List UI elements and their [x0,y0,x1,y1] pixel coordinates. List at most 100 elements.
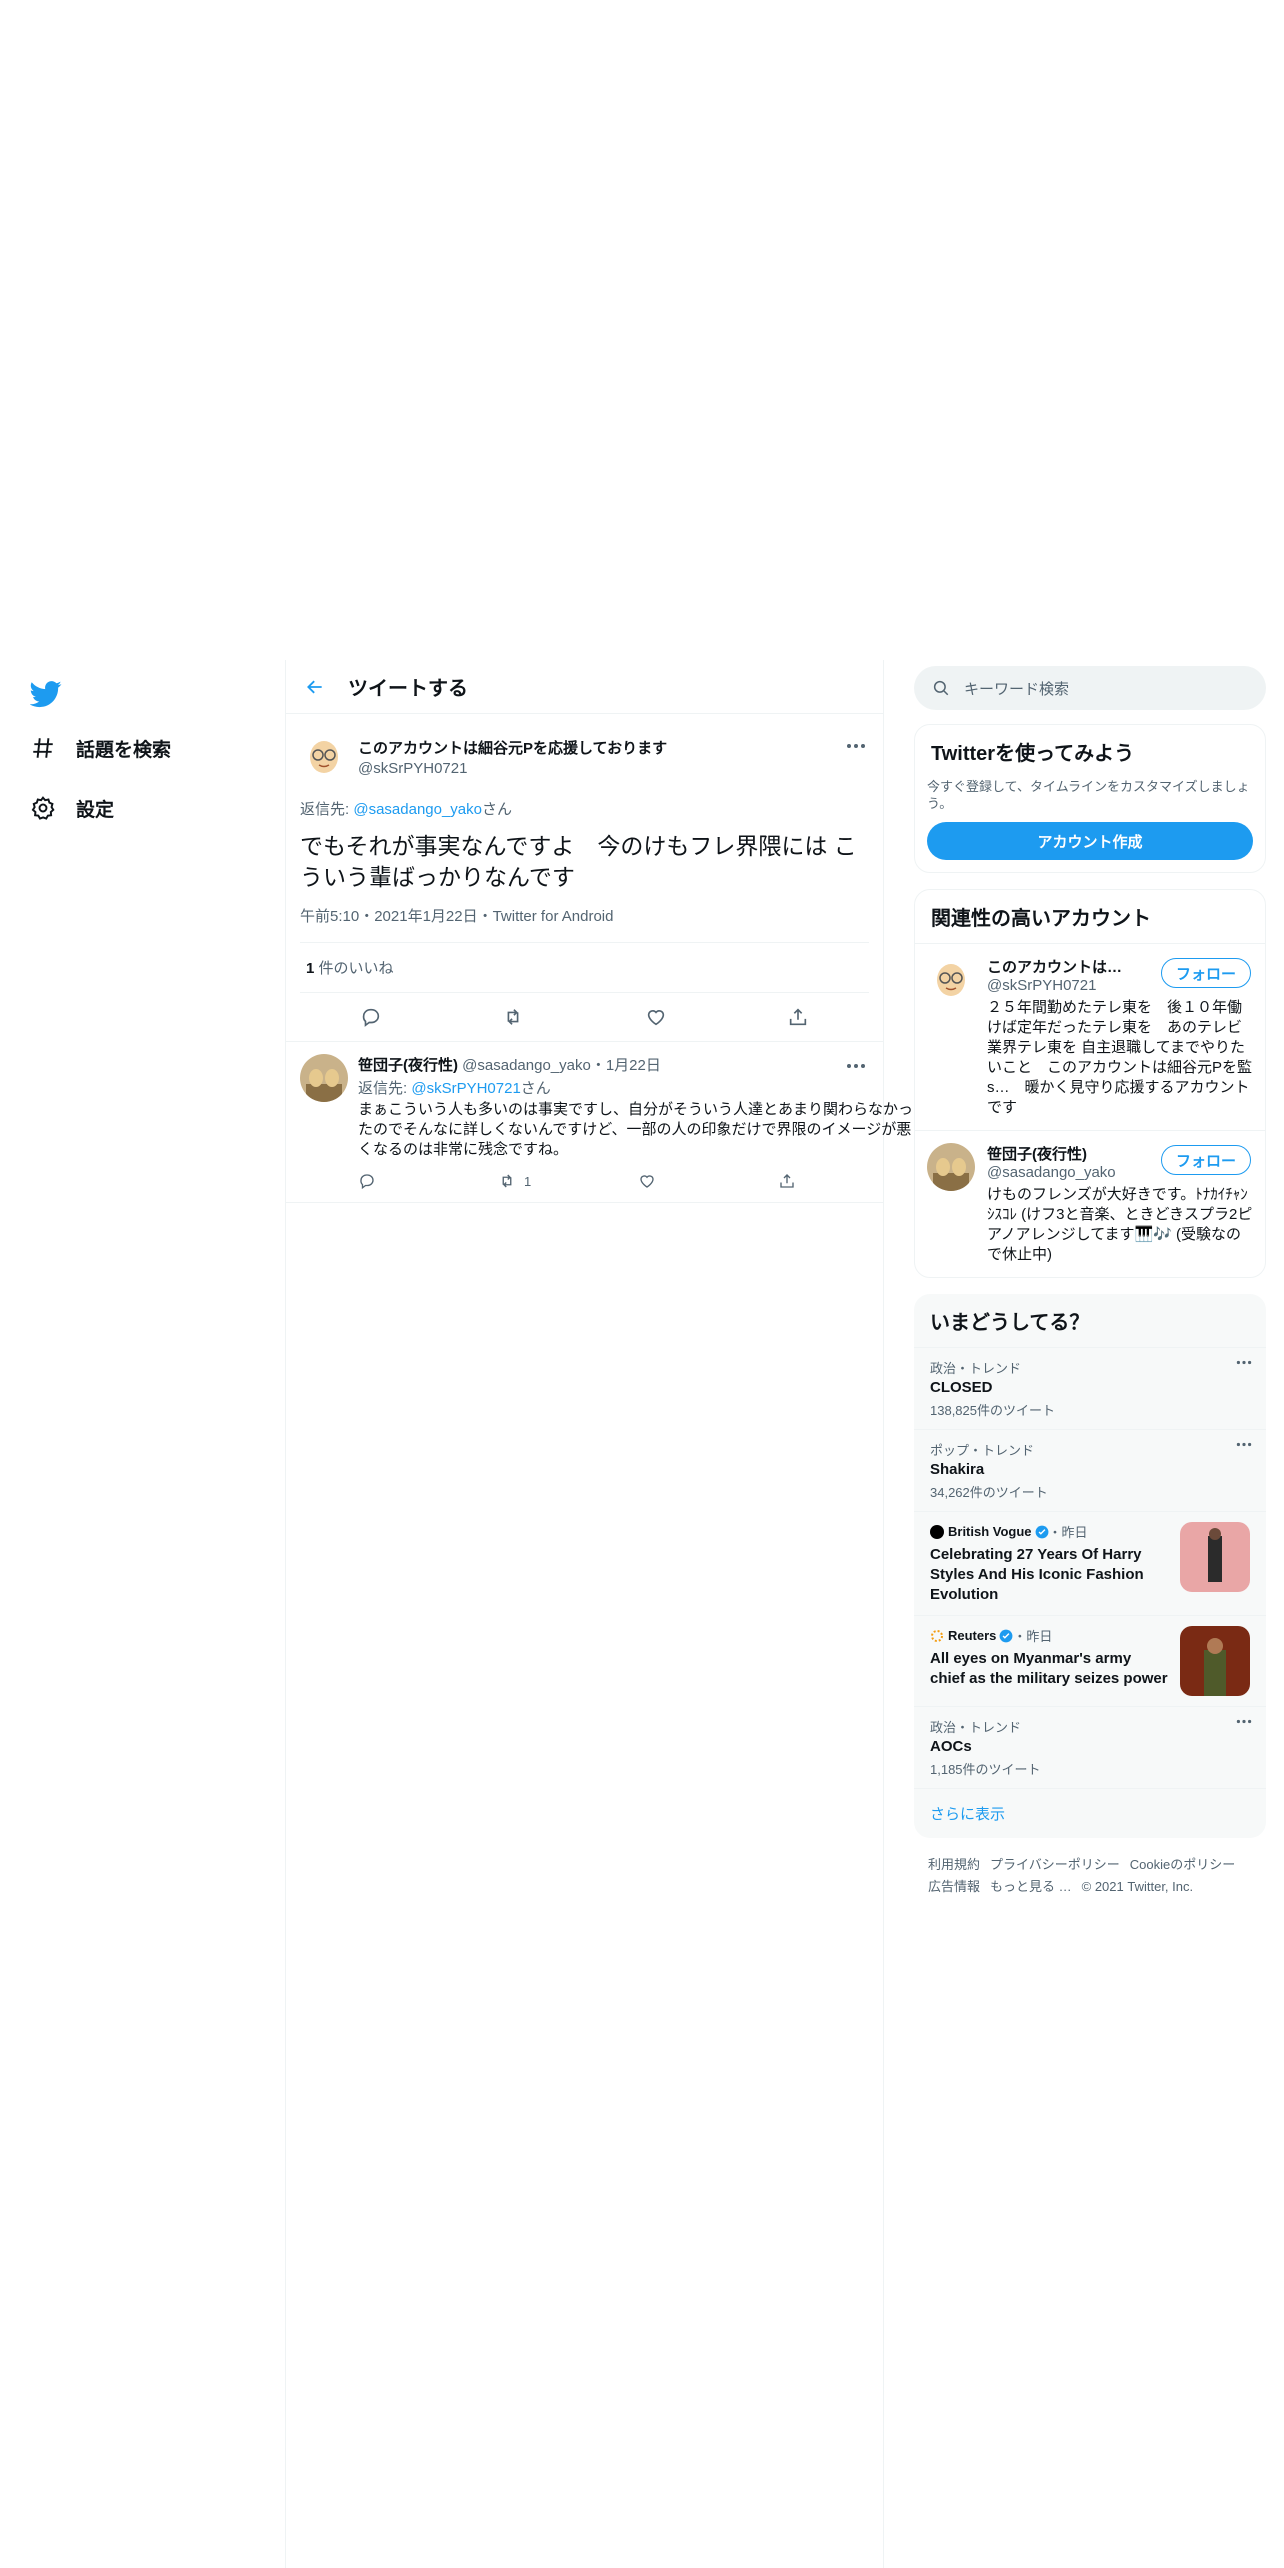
create-account-button[interactable]: アカウント作成 [927,822,1253,860]
more-options-icon[interactable] [1236,1719,1252,1724]
news-item[interactable]: Reuters ・昨日 All eyes on Myanmar's army ch… [914,1615,1266,1706]
show-more-link[interactable]: さらに表示 [914,1788,1266,1838]
retweet-button[interactable]: 1 [498,1172,638,1190]
reply-prefix: 返信先: [358,1080,412,1097]
news-source: Reuters [948,1628,997,1643]
more-options-icon[interactable] [1236,1360,1252,1365]
follow-button[interactable]: フォロー [1160,958,1251,988]
likes-count[interactable]: 1 件のいいね [300,943,869,993]
account-item[interactable]: このアカウントは細谷元Pを応援しております @skSrPYH0721 ２５年間勤… [915,943,1265,1130]
share-icon [780,1174,794,1188]
retweet-count: 1 [524,1173,532,1189]
footer-link-terms[interactable]: 利用規約 [928,1857,980,1872]
search-icon [933,680,949,696]
account-name[interactable]: このアカウントは細谷元Pを応援しております [987,956,1137,977]
reply-suffix: さん [520,1080,551,1097]
trend-item[interactable]: 政治・トレンド AOCs 1,185件のツイート [914,1706,1266,1788]
share-button[interactable] [778,1172,918,1190]
heart-icon[interactable] [642,1003,670,1031]
like-button[interactable] [638,1172,778,1190]
news-item[interactable]: British Vogue ・昨日 Celebrating 27 Years Of… [914,1511,1266,1615]
avatar[interactable] [300,733,348,781]
search-box[interactable]: キーワード検索 [914,666,1266,710]
news-headline: Celebrating 27 Years Of Harry Styles And… [930,1546,1144,1603]
more-options-icon[interactable] [843,736,869,756]
verified-badge-icon [1035,1525,1048,1538]
related-title: 関連性の高いアカウント [931,908,1151,930]
reply-button[interactable] [358,1172,498,1190]
author-name[interactable]: このアカウントは細谷元Pを応援しております [358,737,667,758]
avatar[interactable] [927,1143,975,1191]
search-input[interactable]: キーワード検索 [964,678,1069,699]
trend-title: CLOSED [930,1379,993,1396]
twitter-logo-icon[interactable] [30,678,62,710]
signup-description: 今すぐ登録して、タイムラインをカスタマイズしましょう。 [927,779,1250,811]
reply-icon[interactable] [357,1003,385,1031]
reply-tweet[interactable]: 笹団子(夜行性) @sasadango_yako・1月22日 返信先: @skS… [286,1042,913,1203]
reply-context: 返信先: @sasadango_yakoさん [300,798,869,819]
news-headline: All eyes on Myanmar's army chief as the … [930,1650,1168,1687]
reply-actions: 1 [358,1168,918,1194]
reply-suffix: さん [482,801,513,818]
main-column: ツイートする このアカウントは細谷元Pを応援しております @skSrPYH072… [286,660,913,2568]
signup-title: Twitterを使ってみよう [931,743,1135,765]
reply-context: 返信先: @skSrPYH0721さん [358,1077,918,1098]
vogue-logo-icon [930,1524,944,1539]
heart-icon [640,1175,654,1188]
share-icon[interactable] [784,1003,812,1031]
news-source: British Vogue [948,1524,1032,1539]
follow-button[interactable]: フォロー [1160,1145,1251,1175]
verified-badge-icon [1000,1629,1013,1642]
back-arrow-icon[interactable] [298,670,332,704]
news-time: ・昨日 [1048,1525,1088,1540]
reuters-logo-icon [931,1629,943,1642]
nav-explore[interactable]: 話題を検索 [30,728,171,768]
reply-author-name[interactable]: 笹団子(夜行性) [358,1057,458,1074]
author-handle[interactable]: @skSrPYH0721 [358,760,667,777]
account-name[interactable]: 笹団子(夜行性) [987,1143,1137,1164]
likes-label: 件のいいね [314,960,394,977]
footer: 利用規約 プライバシーポリシー Cookieのポリシー 広告情報 もっと見る … © 2… [914,1838,1266,1914]
trend-item[interactable]: ポップ・トレンド Shakira 34,262件のツイート [914,1429,1266,1511]
more-options-icon[interactable] [1236,1442,1252,1447]
trend-context: ポップ・トレンド [930,1443,1035,1458]
column-header: ツイートする [286,660,883,714]
trends-title: いまどうしてる？ [930,1312,1090,1334]
left-navigation: 話題を検索 設定 [0,660,286,2568]
more-options-icon[interactable] [843,1056,869,1076]
reply-prefix: 返信先: [300,801,354,818]
account-bio: けものフレンズが大好きです。ﾄﾅｶｲﾁｬﾝｼｽｺﾚ (けフ3と音楽、ときどきスプ… [987,1186,1253,1263]
focused-tweet: このアカウントは細谷元Pを応援しております @skSrPYH0721 返信先: … [286,714,883,1042]
gear-icon [30,795,56,821]
trend-item[interactable]: 政治・トレンド CLOSED 138,825件のツイート [914,1347,1266,1429]
reply-icon [360,1174,374,1190]
retweet-icon [502,1174,512,1188]
tweet-timestamp[interactable]: 午前5:10・2021年1月22日・Twitter for Android [300,905,869,943]
reply-text: まぁこういう人も多いのは事実ですし、自分がそういう人達とあまり関わらなかったので… [358,1101,914,1158]
related-accounts-card: 関連性の高いアカウント このアカウントは細谷元Pを応援しております @skSrP… [914,889,1266,1278]
footer-link-more[interactable]: もっと見る … [990,1879,1072,1894]
trend-title: Shakira [930,1461,985,1478]
trend-count: 34,262件のツイート [930,1485,1048,1500]
reply-mention-link[interactable]: @sasadango_yako [353,801,482,818]
avatar[interactable] [927,956,975,1004]
account-item[interactable]: 笹団子(夜行性) @sasadango_yako けものフレンズが大好きです。ﾄ… [915,1130,1265,1277]
nav-explore-label: 話題を検索 [76,739,172,761]
copyright: © 2021 Twitter, Inc. [1081,1879,1194,1894]
trend-count: 138,825件のツイート [930,1403,1055,1418]
tweet-text: でもそれが事実なんですよ 今のけもフレ界隈には こういう輩ばっかりなんです [300,833,857,890]
footer-link-cookies[interactable]: Cookieのポリシー [1130,1857,1235,1872]
account-bio: ２５年間勤めたテレ東を 後１０年働けば定年だったテレ東を あのテレビ業界テレ東を… [987,999,1253,1116]
sidebar-right: キーワード検索 Twitterを使ってみよう 今すぐ登録して、タイムラインをカス… [914,666,1266,1914]
footer-link-ads[interactable]: 広告情報 [928,1879,980,1894]
nav-settings[interactable]: 設定 [30,788,114,828]
trend-context: 政治・トレンド [930,1361,1022,1376]
retweet-icon[interactable] [499,1003,527,1031]
news-thumbnail [1180,1522,1250,1592]
avatar[interactable] [300,1054,348,1102]
tweet-actions [300,993,869,1041]
trend-title: AOCs [930,1738,972,1755]
footer-link-privacy[interactable]: プライバシーポリシー [990,1857,1120,1872]
trends-card: いまどうしてる？ 政治・トレンド CLOSED 138,825件のツイート ポッ… [914,1294,1266,1838]
reply-mention-link[interactable]: @skSrPYH0721 [411,1080,520,1097]
